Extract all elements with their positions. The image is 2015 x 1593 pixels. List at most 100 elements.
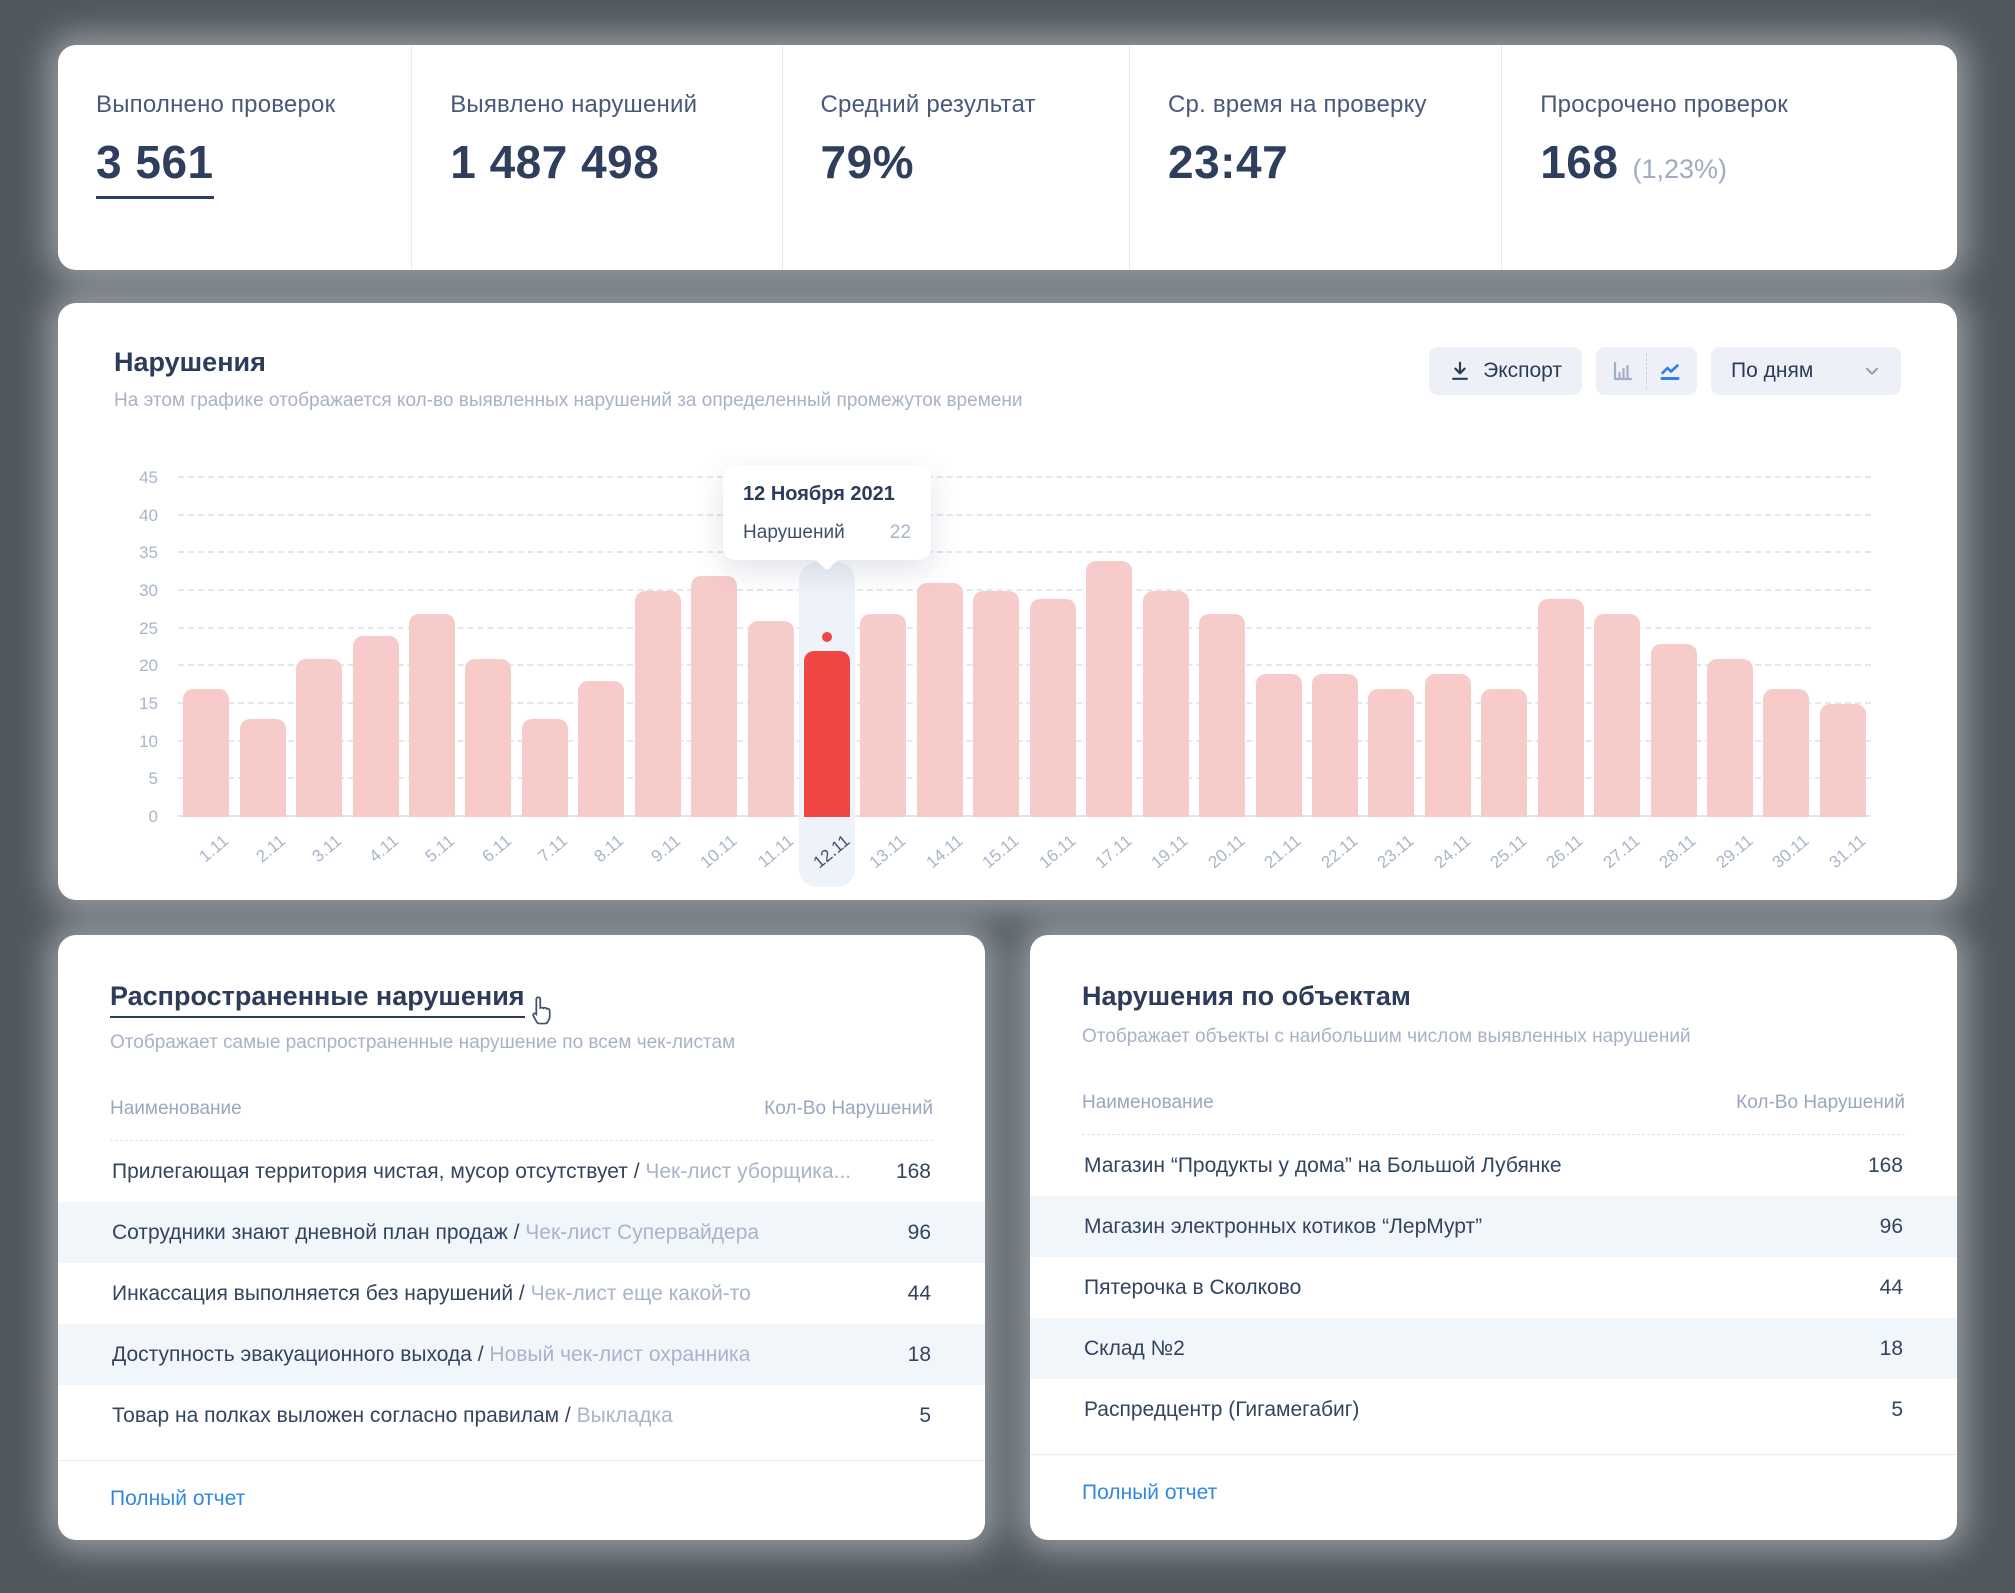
bar-slot-3.11[interactable]: 3.11: [291, 478, 347, 817]
table-row[interactable]: Доступность эвакуационного выхода / Новы…: [58, 1324, 985, 1385]
bar-slot-9.11[interactable]: 9.11: [630, 478, 686, 817]
export-button-label: Экспорт: [1483, 359, 1562, 383]
stat-value-link[interactable]: 3 561: [96, 135, 214, 199]
bar-slot-29.11[interactable]: 29.11: [1702, 478, 1758, 817]
table-row[interactable]: Прилегающая территория чистая, мусор отс…: [110, 1141, 933, 1202]
bar-slot-8.11[interactable]: 8.11: [573, 478, 629, 817]
bar-slot-15.11[interactable]: 15.11: [968, 478, 1024, 817]
export-button[interactable]: Экспорт: [1429, 347, 1582, 395]
line-chart-icon[interactable]: [1647, 347, 1693, 395]
bar-slot-25.11[interactable]: 25.11: [1476, 478, 1532, 817]
bar-slot-21.11[interactable]: 21.11: [1250, 478, 1306, 817]
bar-slot-23.11[interactable]: 23.11: [1363, 478, 1419, 817]
bar[interactable]: [1425, 674, 1471, 817]
row-checklist: Чек-лист уборщика...: [645, 1160, 851, 1183]
bar[interactable]: [1199, 614, 1245, 817]
table-row[interactable]: Магазин “Продукты у дома” на Большой Луб…: [1082, 1135, 1905, 1196]
full-report-link[interactable]: Полный отчет: [1082, 1481, 1217, 1505]
table-title-common-violations[interactable]: Распространенные нарушения: [110, 981, 525, 1018]
table-row[interactable]: Пятерочка в Сколково44: [1082, 1257, 1905, 1318]
bar-slot-2.11[interactable]: 2.11: [234, 478, 290, 817]
bar[interactable]: [1481, 689, 1527, 817]
y-axis-tick: 45: [139, 468, 158, 488]
bar[interactable]: [1820, 704, 1866, 817]
bar-slot-30.11[interactable]: 30.11: [1758, 478, 1814, 817]
bar-slot-27.11[interactable]: 27.11: [1589, 478, 1645, 817]
bar[interactable]: [522, 719, 568, 817]
bar-slot-7.11[interactable]: 7.11: [517, 478, 573, 817]
period-select[interactable]: По дням: [1711, 347, 1901, 395]
bar-slot-17.11[interactable]: 17.11: [1081, 478, 1137, 817]
bar[interactable]: [1143, 591, 1189, 817]
row-name: Склад №2: [1084, 1337, 1185, 1361]
row-name: Инкассация выполняется без нарушений / Ч…: [112, 1282, 751, 1306]
bar-selected[interactable]: [804, 651, 850, 817]
row-count: 96: [1833, 1215, 1903, 1239]
x-axis-label: 8.11: [591, 831, 628, 867]
bar-slot-26.11[interactable]: 26.11: [1533, 478, 1589, 817]
row-name: Сотрудники знают дневной план продаж / Ч…: [112, 1221, 759, 1245]
y-axis-tick: 30: [139, 581, 158, 601]
x-axis-label: 3.11: [309, 831, 346, 867]
bar[interactable]: [973, 591, 1019, 817]
bar[interactable]: [353, 636, 399, 817]
bar[interactable]: [240, 719, 286, 817]
bar[interactable]: [1086, 561, 1132, 817]
bar-slot-12.11[interactable]: 12 Ноября 2021 Нарушений 22 12.11: [799, 478, 855, 817]
table-row[interactable]: Инкассация выполняется без нарушений / Ч…: [110, 1263, 933, 1324]
bar[interactable]: [1594, 614, 1640, 817]
table-row[interactable]: Склад №218: [1030, 1318, 1957, 1379]
bar-slot-1.11[interactable]: 1.11: [178, 478, 234, 817]
tooltip-date: 12 Ноября 2021: [743, 483, 911, 506]
x-axis-label: 23.11: [1374, 831, 1418, 873]
stat-value: 168: [1540, 135, 1618, 189]
violations-chart-card: Нарушения На этом графике отображается к…: [58, 303, 1957, 900]
bar[interactable]: [1256, 674, 1302, 817]
bar[interactable]: [1368, 689, 1414, 817]
bar-slot-16.11[interactable]: 16.11: [1025, 478, 1081, 817]
bar[interactable]: [691, 576, 737, 817]
table-row[interactable]: Сотрудники знают дневной план продаж / Ч…: [58, 1202, 985, 1263]
bar-slot-22.11[interactable]: 22.11: [1307, 478, 1363, 817]
bar[interactable]: [1538, 599, 1584, 817]
bar[interactable]: [860, 614, 906, 817]
x-axis-label: 11.11: [754, 831, 798, 872]
bar-slot-31.11[interactable]: 31.11: [1815, 478, 1871, 817]
chevron-down-icon: [1863, 362, 1881, 380]
bar[interactable]: [1651, 644, 1697, 817]
stat-average-result: Средний результат 79%: [782, 45, 1130, 270]
bar[interactable]: [409, 614, 455, 817]
bar-chart-icon[interactable]: [1600, 347, 1646, 395]
table-row[interactable]: Магазин электронных котиков “ЛерМурт”96: [1030, 1196, 1957, 1257]
table-row[interactable]: Распредцентр (Гигамегабиг)5: [1082, 1379, 1905, 1440]
bar[interactable]: [748, 621, 794, 817]
violations-by-objects-card: Нарушения по объектам Отображает объекты…: [1030, 935, 1957, 1540]
bar[interactable]: [296, 659, 342, 817]
bar-slot-28.11[interactable]: 28.11: [1645, 478, 1701, 817]
bar-slot-4.11[interactable]: 4.11: [347, 478, 403, 817]
bar[interactable]: [465, 659, 511, 817]
full-report-link[interactable]: Полный отчет: [110, 1487, 245, 1511]
row-count: 5: [861, 1404, 931, 1428]
row-count: 18: [861, 1343, 931, 1367]
bar-slot-6.11[interactable]: 6.11: [460, 478, 516, 817]
bar-slot-5.11[interactable]: 5.11: [404, 478, 460, 817]
bar[interactable]: [1763, 689, 1809, 817]
bar[interactable]: [183, 689, 229, 817]
bar[interactable]: [1312, 674, 1358, 817]
bar-slot-24.11[interactable]: 24.11: [1420, 478, 1476, 817]
stats-summary-card: Выполнено проверок 3 561 Выявлено наруше…: [58, 45, 1957, 270]
bar-slot-20.11[interactable]: 20.11: [1194, 478, 1250, 817]
bar[interactable]: [1707, 659, 1753, 817]
bar[interactable]: [917, 583, 963, 817]
bar-slot-19.11[interactable]: 19.11: [1137, 478, 1193, 817]
table-header: Наименование Кол-Во Нарушений: [110, 1098, 933, 1141]
table-row[interactable]: Товар на полках выложен согласно правила…: [110, 1385, 933, 1446]
download-icon: [1449, 360, 1471, 382]
x-axis-label: 28.11: [1656, 831, 1700, 873]
chart-tooltip: 12 Ноября 2021 Нарушений 22: [723, 465, 931, 560]
bar[interactable]: [578, 681, 624, 817]
x-axis-label: 24.11: [1430, 831, 1474, 873]
bar[interactable]: [1030, 599, 1076, 817]
bar[interactable]: [635, 591, 681, 817]
